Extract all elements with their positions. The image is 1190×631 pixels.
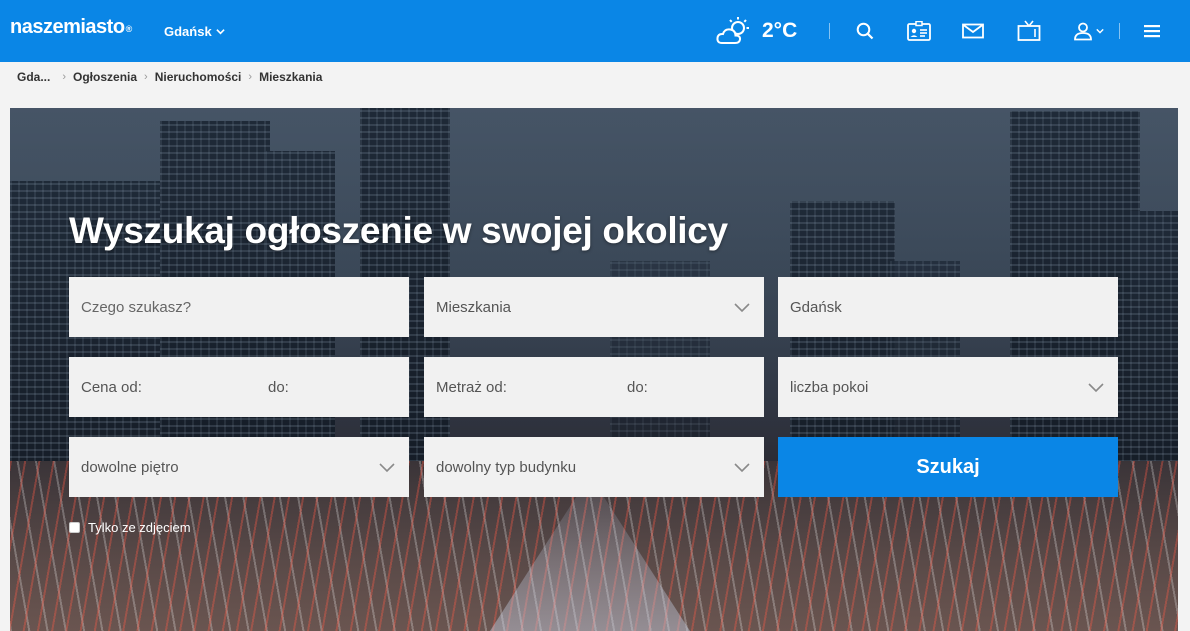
category-value: Mieszkania xyxy=(436,298,512,316)
chevron-down-icon xyxy=(734,463,750,473)
mail-button[interactable] xyxy=(961,20,985,42)
building-type-value: dowolny typ budynku xyxy=(436,458,577,476)
price-to-label[interactable]: do: xyxy=(268,379,289,396)
area-from-label[interactable]: Metraż od: xyxy=(436,379,507,396)
chevron-down-icon xyxy=(1095,28,1104,34)
search-button[interactable] xyxy=(853,20,877,42)
chevron-down-icon xyxy=(1088,383,1104,393)
ads-button[interactable] xyxy=(907,20,931,42)
hero-search-section: Wyszukaj ogłoszenie w swojej okolicy Mie… xyxy=(10,108,1178,631)
chevron-down-icon xyxy=(216,29,225,35)
photo-only-filter: Tylko ze zdjęciem xyxy=(69,520,191,535)
breadcrumb-separator: › xyxy=(62,71,67,83)
temperature-label: 2°C xyxy=(762,19,798,42)
breadcrumb-separator: › xyxy=(144,71,148,83)
divider xyxy=(1119,23,1120,39)
main-menu-button[interactable] xyxy=(1140,20,1164,42)
area-range-field[interactable]: Metraż od: do: xyxy=(424,357,764,417)
user-icon xyxy=(1073,22,1092,41)
site-logo[interactable]: naszemiasto® xyxy=(10,16,132,39)
user-menu-button[interactable] xyxy=(1070,20,1106,42)
weather-icon xyxy=(716,17,749,44)
floor-value: dowolne piętro xyxy=(81,458,179,476)
breadcrumb-item-home[interactable]: Gda... xyxy=(17,70,50,84)
divider xyxy=(829,23,830,39)
photo-only-label[interactable]: Tylko ze zdjęciem xyxy=(88,520,191,535)
floor-select[interactable]: dowolne piętro xyxy=(69,437,409,497)
chevron-down-icon xyxy=(379,463,395,473)
search-submit-button[interactable]: Szukaj xyxy=(778,437,1118,497)
breadcrumb-item-apartments[interactable]: Mieszkania xyxy=(259,70,322,84)
city-selector[interactable]: Gdańsk xyxy=(164,24,225,39)
rooms-value: liczba pokoi xyxy=(790,378,869,396)
top-navigation-bar: naszemiasto® Gdańsk 2°C xyxy=(0,0,1190,62)
location-field[interactable]: Gdańsk xyxy=(778,277,1118,337)
breadcrumb: Gda... › Ogłoszenia › Nieruchomości › Mi… xyxy=(17,70,322,84)
price-range-field[interactable]: Cena od: do: xyxy=(69,357,409,417)
breadcrumb-separator: › xyxy=(248,71,253,83)
area-to-label[interactable]: do: xyxy=(627,379,648,396)
query-input[interactable] xyxy=(81,298,397,316)
photo-only-checkbox[interactable] xyxy=(69,522,80,533)
category-select[interactable]: Mieszkania xyxy=(424,277,764,337)
mail-icon xyxy=(962,23,984,39)
building-type-select[interactable]: dowolny typ budynku xyxy=(424,437,764,497)
search-icon xyxy=(856,22,874,40)
id-card-icon xyxy=(907,21,931,41)
tv-icon xyxy=(1017,20,1041,41)
city-label: Gdańsk xyxy=(164,24,212,39)
weather-widget[interactable]: 2°C xyxy=(716,16,797,46)
tv-button[interactable] xyxy=(1017,20,1041,42)
breadcrumb-item-real-estate[interactable]: Nieruchomości xyxy=(155,70,242,84)
hero-title: Wyszukaj ogłoszenie w swojej okolicy xyxy=(69,210,728,251)
breadcrumb-item-ads[interactable]: Ogłoszenia xyxy=(73,70,137,84)
price-from-label[interactable]: Cena od: xyxy=(81,379,142,396)
rooms-select[interactable]: liczba pokoi xyxy=(778,357,1118,417)
chevron-down-icon xyxy=(734,303,750,313)
location-value: Gdańsk xyxy=(790,298,842,316)
query-field[interactable] xyxy=(69,277,409,337)
menu-icon xyxy=(1144,25,1160,38)
